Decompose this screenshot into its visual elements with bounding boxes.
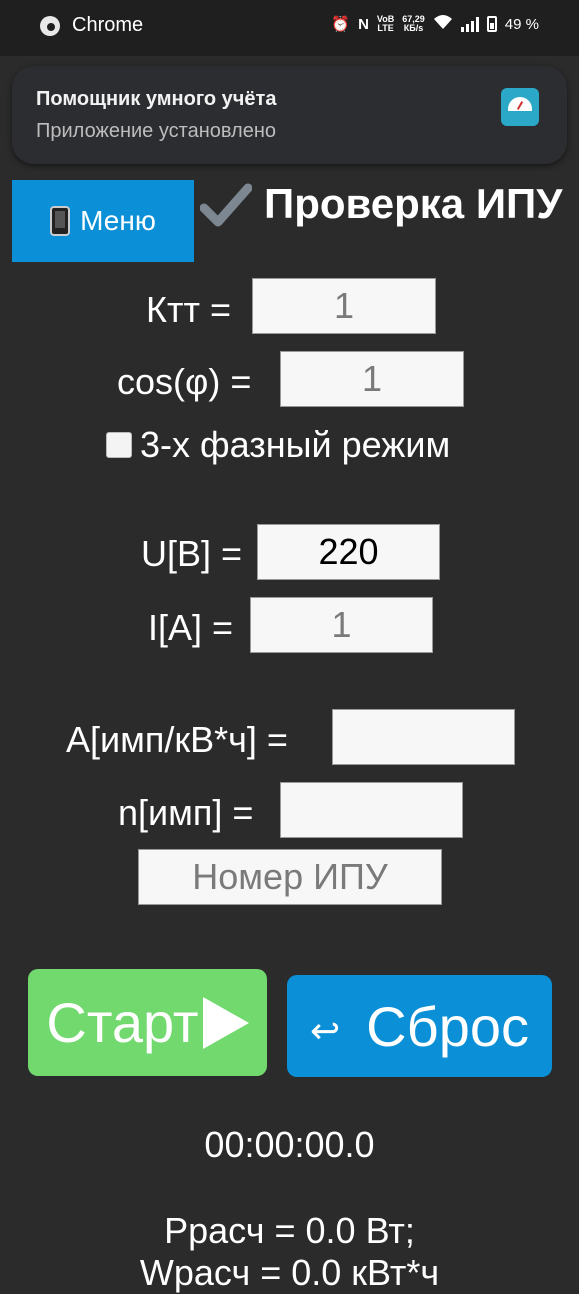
meter-constant-input[interactable] <box>332 709 515 765</box>
return-arrow-icon: ↩ <box>310 1010 341 1051</box>
notification-subtitle: Приложение установлено <box>36 120 276 142</box>
ktt-input[interactable] <box>252 278 436 334</box>
net-speed-unit: КБ/s <box>403 23 424 33</box>
net-speed: 67,29 КБ/s <box>402 15 425 33</box>
voltage-label: U[В] = <box>141 533 243 574</box>
reset-button[interactable]: ↩ Сброс <box>287 975 552 1077</box>
signal-icon <box>460 16 479 32</box>
meter-constant-label: A[имп/кВ*ч] = <box>66 719 288 760</box>
calculated-power: Pрасч = 0.0 Вт; <box>164 1210 415 1251</box>
page-title: Проверка ИПУ <box>264 180 563 227</box>
reset-button-label: Сброс <box>366 994 529 1058</box>
ktt-label: Ктт = <box>146 289 231 330</box>
status-right: ⏰ N VoB LTE 67,29 КБ/s 49 % <box>331 14 539 34</box>
cos-phi-label: cos(φ) = <box>117 361 252 402</box>
start-button-label: Старт <box>46 991 199 1054</box>
status-bar: Chrome ⏰ N VoB LTE 67,29 КБ/s 49 % <box>0 0 579 56</box>
calculated-energy: Wрасч = 0.0 кВт*ч <box>139 1252 440 1293</box>
notification-title: Помощник умного учёта <box>36 88 277 110</box>
status-left: Chrome <box>40 14 143 37</box>
menu-button[interactable]: Меню <box>12 180 194 262</box>
three-phase-label[interactable]: 3-х фазный режим <box>140 424 450 466</box>
check-mark-icon <box>200 183 252 227</box>
meter-number-input[interactable] <box>138 849 442 905</box>
start-button[interactable]: Старт <box>28 969 267 1076</box>
timer-display: 00:00:00.0 <box>204 1124 375 1165</box>
alarm-icon: ⏰ <box>331 16 351 33</box>
install-notification[interactable]: Помощник умного учёта Приложение установ… <box>12 66 567 164</box>
play-icon <box>202 996 249 1049</box>
chrome-icon <box>40 15 60 36</box>
network-type: VoB LTE <box>377 15 394 33</box>
impulse-count-label: n[имп] = <box>118 792 254 833</box>
battery-level: 49 % <box>504 15 539 33</box>
mobile-phone-icon <box>50 206 71 236</box>
three-phase-checkbox[interactable] <box>106 432 132 458</box>
wifi-icon <box>433 14 453 34</box>
current-label: I[А] = <box>148 607 234 648</box>
voltage-input[interactable] <box>257 524 440 580</box>
status-app-name: Chrome <box>72 14 144 36</box>
meter-gauge-icon <box>501 88 539 126</box>
cos-phi-input[interactable] <box>280 351 464 407</box>
impulse-count-input[interactable] <box>280 782 463 838</box>
battery-icon <box>486 16 497 32</box>
current-input[interactable] <box>250 597 433 653</box>
nfc-icon: N <box>358 15 369 33</box>
menu-button-label: Меню <box>80 205 156 236</box>
network-label-bottom: LTE <box>377 23 394 33</box>
